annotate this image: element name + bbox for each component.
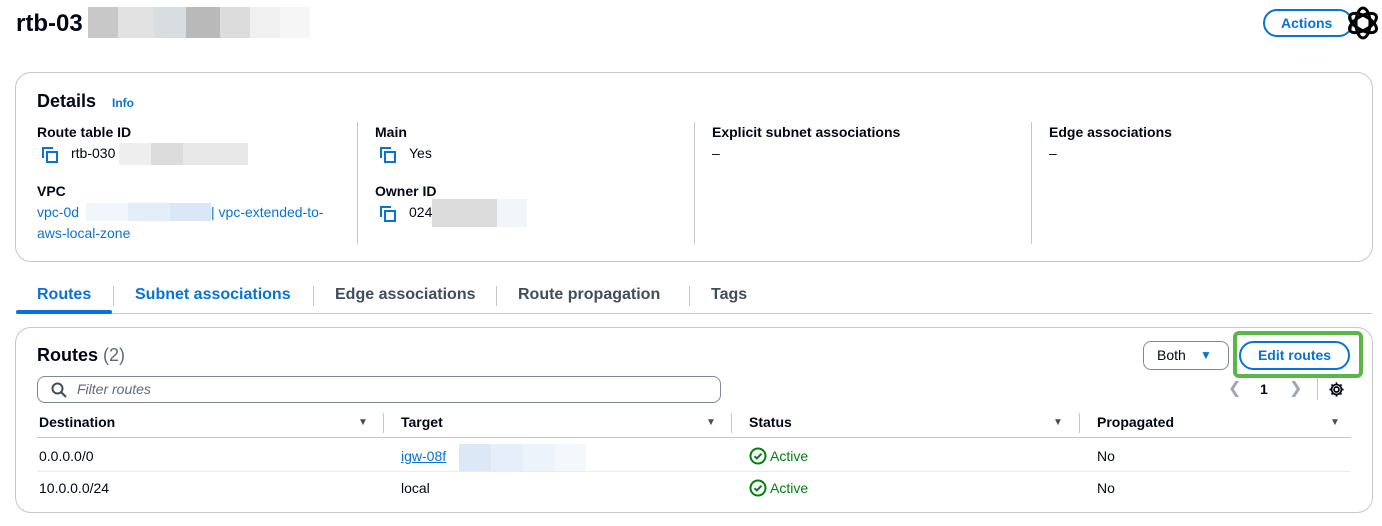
page-number[interactable]: 1 — [1260, 380, 1268, 398]
column-header-propagated[interactable]: Propagated — [1097, 413, 1174, 431]
column-resizer[interactable] — [383, 413, 384, 433]
owner-id-value: 024 — [409, 204, 433, 220]
sort-icon[interactable]: ▼ — [358, 417, 368, 428]
vpc-name-link[interactable]: | vpc-extended-to- — [211, 203, 324, 221]
column-divider — [1031, 122, 1032, 244]
route-filter-select-value: Both — [1157, 347, 1186, 363]
gear-icon[interactable] — [1328, 381, 1345, 398]
route-status: Active — [770, 448, 809, 464]
details-title: Details — [37, 91, 97, 111]
tab-divider — [113, 286, 114, 306]
next-page-icon[interactable]: ❯ — [1289, 380, 1302, 398]
header-divider — [37, 437, 1351, 438]
main-value: Yes — [409, 145, 432, 161]
page-title: rtb-03 — [16, 10, 83, 37]
vpc-name-link-cont[interactable]: aws-local-zone — [37, 224, 130, 242]
column-resizer[interactable] — [731, 413, 732, 433]
status-success-icon — [749, 479, 767, 497]
edge-associations-label: Edge associations — [1049, 124, 1172, 140]
route-status: Active — [770, 480, 809, 496]
tab-edge-associations[interactable]: Edge associations — [335, 284, 476, 306]
column-divider — [694, 122, 695, 244]
redacted-id — [119, 143, 248, 165]
tab-routes[interactable]: Routes — [37, 284, 91, 306]
routes-count: (2) — [103, 345, 126, 365]
explicit-subnet-value: – — [712, 145, 720, 161]
tab-divider — [313, 286, 314, 306]
edit-routes-button[interactable]: Edit routes — [1239, 341, 1350, 370]
sort-icon[interactable]: ▼ — [1053, 417, 1063, 428]
column-header-target[interactable]: Target — [401, 413, 443, 431]
edge-associations-value: – — [1049, 145, 1057, 161]
explicit-subnet-label: Explicit subnet associations — [712, 124, 901, 140]
info-link[interactable]: Info — [112, 96, 134, 110]
previous-page-icon[interactable]: ❮ — [1228, 380, 1241, 398]
route-table-id-label: Route table ID — [37, 124, 132, 140]
copy-icon[interactable] — [42, 147, 58, 163]
column-header-destination[interactable]: Destination — [39, 413, 115, 431]
filter-routes-placeholder: Filter routes — [77, 381, 151, 397]
sort-icon[interactable]: ▼ — [706, 417, 716, 428]
tab-tags[interactable]: Tags — [711, 284, 747, 306]
route-propagated: No — [1097, 448, 1115, 464]
redacted-id — [432, 199, 527, 227]
column-divider — [357, 122, 358, 244]
tabs-baseline — [16, 313, 1372, 314]
tab-route-propagation[interactable]: Route propagation — [518, 284, 660, 306]
tab-divider — [689, 286, 690, 306]
caret-down-icon: ▼ — [1200, 348, 1212, 362]
route-destination: 0.0.0.0/0 — [39, 448, 94, 464]
redacted-id — [88, 7, 310, 38]
redacted-id — [459, 444, 586, 472]
route-table-id-value: rtb-030 — [71, 145, 116, 161]
sort-icon[interactable]: ▼ — [1330, 417, 1340, 428]
search-icon — [51, 382, 67, 398]
status-success-icon — [749, 447, 767, 465]
column-resizer[interactable] — [1079, 413, 1080, 433]
tab-divider — [496, 286, 497, 306]
route-destination: 10.0.0.0/24 — [39, 480, 110, 496]
row-divider — [37, 471, 1351, 472]
routes-title-text: Routes — [37, 345, 99, 365]
pager-divider — [1317, 378, 1318, 400]
active-tab-indicator — [16, 310, 112, 314]
column-header-status[interactable]: Status — [749, 413, 792, 431]
vpc-label: VPC — [37, 183, 66, 199]
redacted-id — [86, 203, 211, 221]
copy-icon[interactable] — [380, 206, 396, 222]
owner-id-label: Owner ID — [375, 183, 437, 199]
vpc-link[interactable]: vpc-0d — [37, 203, 79, 221]
routes-title: Routes (2) — [37, 344, 125, 366]
route-propagated: No — [1097, 480, 1115, 496]
tab-subnet-associations[interactable]: Subnet associations — [135, 284, 291, 306]
route-filter-select[interactable]: Both ▼ — [1143, 341, 1229, 370]
copy-icon[interactable] — [380, 147, 396, 163]
route-target-link[interactable]: igw-08f — [401, 447, 446, 465]
main-label: Main — [375, 124, 407, 140]
actions-button[interactable]: Actions — [1263, 9, 1353, 37]
assistant-icon[interactable] — [1344, 3, 1382, 43]
route-target: local — [401, 480, 430, 496]
